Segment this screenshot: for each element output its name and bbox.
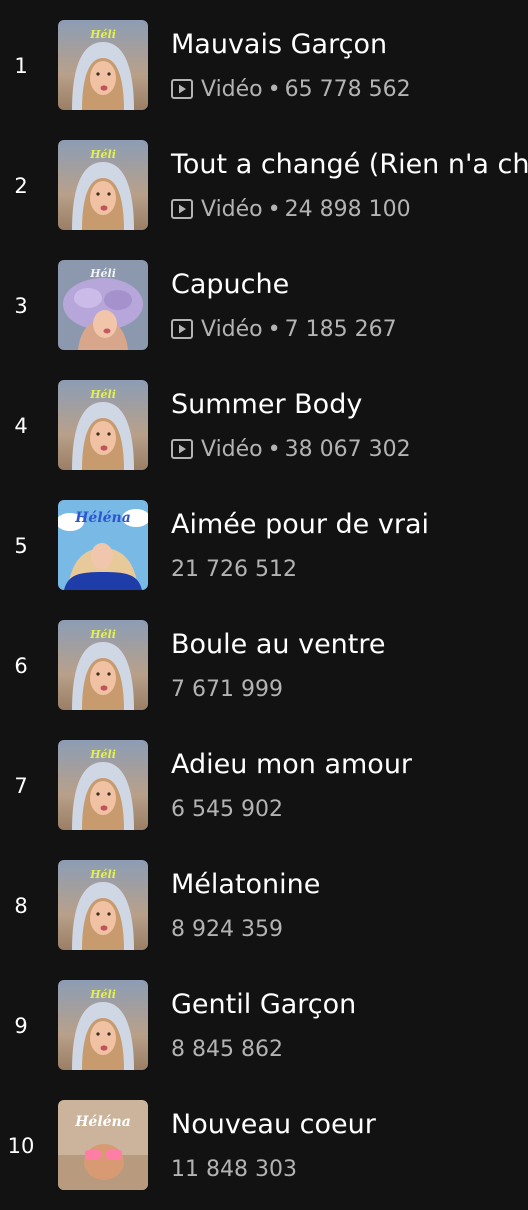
play-count: 21 726 512	[171, 556, 297, 582]
play-count: 38 067 302	[284, 436, 411, 462]
album-cover: Héli	[58, 260, 148, 350]
meta-separator: •	[267, 316, 281, 342]
cover-logo-text: Héli	[89, 267, 116, 280]
play-count: 24 898 100	[284, 196, 411, 222]
album-cover: Héli	[58, 620, 148, 710]
meta-separator: •	[267, 76, 281, 102]
track-row[interactable]: 8 Héli Mélatonine 8 924 359	[0, 860, 528, 970]
album-cover: Héli	[58, 380, 148, 470]
video-label: Vidéo	[201, 316, 263, 342]
meta-separator: •	[267, 436, 281, 462]
track-row[interactable]: 7 Héli Adieu mon amour 6 545 902	[0, 740, 528, 850]
play-count: 7 185 267	[284, 316, 397, 342]
cover-logo-text: Héli	[89, 148, 116, 161]
track-title[interactable]: Adieu mon amour	[171, 748, 412, 782]
track-meta: Vidéo • 24 898 100	[171, 194, 411, 224]
play-count: 6 545 902	[171, 796, 283, 822]
play-count: 8 845 862	[171, 1036, 283, 1062]
play-count: 11 848 303	[171, 1156, 297, 1182]
video-play-icon	[171, 439, 193, 459]
album-cover: Héléna	[58, 500, 148, 590]
track-index: 1	[14, 54, 28, 78]
track-row[interactable]: 6 Héli Boule au ventre 7 671 999	[0, 620, 528, 730]
cover-logo-text: Héli	[89, 388, 116, 401]
track-title[interactable]: Nouveau coeur	[171, 1108, 376, 1142]
track-row[interactable]: 5 Héléna Aimée pour de vrai 21 726 512	[0, 500, 528, 610]
cover-logo-text: Héli	[89, 28, 116, 41]
track-meta: 8 924 359	[171, 914, 283, 944]
track-meta: Vidéo • 38 067 302	[171, 434, 411, 464]
album-cover: Héli	[58, 860, 148, 950]
track-title[interactable]: Capuche	[171, 268, 289, 302]
track-index: 3	[14, 294, 28, 318]
track-row[interactable]: 1 Héli Mauvais Garçon Vidéo • 65 778 562	[0, 20, 528, 130]
track-meta: Vidéo • 65 778 562	[171, 74, 411, 104]
track-meta: 6 545 902	[171, 794, 283, 824]
track-row[interactable]: 9 Héli Gentil Garçon 8 845 862	[0, 980, 528, 1090]
video-label: Vidéo	[201, 76, 263, 102]
cover-logo-text: Héli	[89, 748, 116, 761]
track-row[interactable]: 10 Héléna Nouveau coeur 11 848 303	[0, 1100, 528, 1210]
track-list: 1 Héli Mauvais Garçon Vidéo • 65 778 562 2 Hé…	[0, 0, 528, 1200]
track-index: 6	[14, 654, 28, 678]
track-title[interactable]: Gentil Garçon	[171, 988, 356, 1022]
album-cover: Héli	[58, 740, 148, 830]
track-index: 4	[14, 414, 28, 438]
track-title[interactable]: Mélatonine	[171, 868, 320, 902]
track-index: 7	[14, 774, 28, 798]
play-count: 7 671 999	[171, 676, 283, 702]
track-index: 5	[14, 534, 28, 558]
track-title[interactable]: Boule au ventre	[171, 628, 386, 662]
cover-logo-text: Héli	[89, 628, 116, 641]
cover-logo-text: Héléna	[74, 510, 131, 526]
video-play-icon	[171, 319, 193, 339]
album-cover: Héli	[58, 140, 148, 230]
track-meta: Vidéo • 7 185 267	[171, 314, 397, 344]
track-row[interactable]: 4 Héli Summer Body Vidéo • 38 067 302	[0, 380, 528, 490]
track-title[interactable]: Tout a changé (Rien n'a cha	[171, 148, 528, 182]
track-meta: 8 845 862	[171, 1034, 283, 1064]
video-play-icon	[171, 79, 193, 99]
cover-logo-text: Héli	[89, 988, 116, 1001]
track-row[interactable]: 3 Héli Capuche Vidéo • 7 185 267	[0, 260, 528, 370]
cover-logo-text: Héli	[89, 868, 116, 881]
track-index: 8	[14, 894, 28, 918]
album-cover: Héléna	[58, 1100, 148, 1190]
track-index: 2	[14, 174, 28, 198]
track-index: 9	[14, 1014, 28, 1038]
play-count: 8 924 359	[171, 916, 283, 942]
track-meta: 7 671 999	[171, 674, 283, 704]
album-cover: Héli	[58, 980, 148, 1070]
video-label: Vidéo	[201, 196, 263, 222]
track-title[interactable]: Mauvais Garçon	[171, 28, 387, 62]
video-label: Vidéo	[201, 436, 263, 462]
album-cover: Héli	[58, 20, 148, 110]
track-meta: 21 726 512	[171, 554, 297, 584]
video-play-icon	[171, 199, 193, 219]
meta-separator: •	[267, 196, 281, 222]
track-row[interactable]: 2 Héli Tout a changé (Rien n'a cha Vidéo • 2…	[0, 140, 528, 250]
track-title[interactable]: Summer Body	[171, 388, 362, 422]
cover-logo-text: Héléna	[74, 1114, 131, 1130]
track-meta: 11 848 303	[171, 1154, 297, 1184]
play-count: 65 778 562	[284, 76, 411, 102]
track-index: 10	[7, 1134, 35, 1158]
track-title[interactable]: Aimée pour de vrai	[171, 508, 429, 542]
